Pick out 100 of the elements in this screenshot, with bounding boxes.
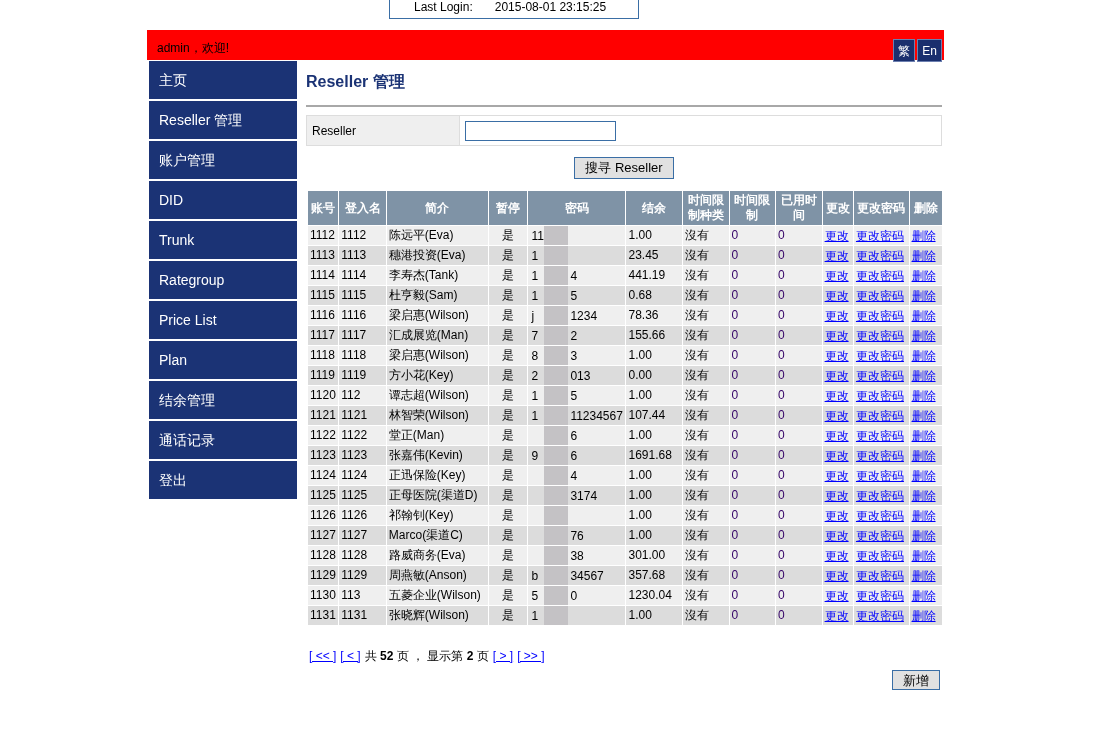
delete-link[interactable]: 删除 (911, 408, 936, 423)
sidebar-item[interactable]: DID (149, 181, 297, 219)
edit-link[interactable]: 更改 (824, 588, 849, 603)
edit-link[interactable]: 更改 (824, 528, 849, 543)
paused-cell-text: 是 (501, 247, 516, 264)
sidebar-item[interactable]: 结余管理 (149, 381, 297, 419)
limit-type-cell-text: 沒有 (684, 607, 711, 624)
change-password-link[interactable]: 更改密码 (855, 428, 904, 443)
change-password-link[interactable]: 更改密码 (855, 588, 904, 603)
change-password-link[interactable]: 更改密码 (855, 288, 904, 303)
change-password-link[interactable]: 更改密码 (855, 488, 904, 503)
change-password-link[interactable]: 更改密码 (855, 248, 904, 263)
change-password-link[interactable]: 更改密码 (855, 408, 904, 423)
redaction-block (544, 366, 569, 385)
account-cell-text: 1123 (309, 447, 337, 464)
paused-cell-text: 是 (501, 227, 516, 244)
delete-link[interactable]: 删除 (911, 428, 936, 443)
first-page-link[interactable]: [ << ] (309, 647, 337, 665)
limit-type-cell-text: 沒有 (684, 507, 711, 524)
next-page-link[interactable]: [ > ] (492, 647, 514, 665)
sidebar-item[interactable]: 主页 (149, 61, 297, 99)
edit-link[interactable]: 更改 (824, 308, 849, 323)
delete-link[interactable]: 删除 (911, 328, 936, 343)
reseller-input[interactable] (465, 120, 616, 141)
change-password-link[interactable]: 更改密码 (855, 328, 904, 343)
edit-link[interactable]: 更改 (824, 328, 849, 343)
login-cell-text: 1113 (340, 247, 368, 264)
edit-link[interactable]: 更改 (824, 228, 849, 243)
last-page-link[interactable]: [ >> ] (517, 647, 545, 665)
delete-link[interactable]: 删除 (911, 228, 936, 243)
previous-page-link[interactable]: [ < ] (340, 647, 361, 665)
limit-cell-text: 0 (730, 487, 740, 504)
change-password-link[interactable]: 更改密码 (855, 228, 904, 243)
limit-cell-text: 0 (730, 547, 740, 564)
edit-link[interactable]: 更改 (824, 288, 849, 303)
edit-link[interactable]: 更改 (824, 408, 849, 423)
delete-link[interactable]: 删除 (911, 448, 936, 463)
language-button[interactable]: En (917, 39, 942, 62)
edit-link[interactable]: 更改 (824, 268, 849, 283)
change-password-link[interactable]: 更改密码 (855, 548, 904, 563)
delete-link[interactable]: 删除 (911, 608, 936, 623)
delete-link[interactable]: 删除 (911, 308, 936, 323)
language-button[interactable]: 繁 (893, 39, 916, 62)
change-password-link[interactable]: 更改密码 (855, 348, 904, 363)
sidebar-item[interactable]: 账户管理 (149, 141, 297, 179)
delete-link[interactable]: 删除 (911, 468, 936, 483)
sidebar-item[interactable]: 通话记录 (149, 421, 297, 459)
redaction-block (544, 326, 569, 345)
change-password-link[interactable]: 更改密码 (855, 308, 904, 323)
search-button[interactable]: 搜寻 Reseller (574, 157, 674, 179)
delete-link[interactable]: 删除 (911, 548, 936, 563)
login-cell-text: 1128 (340, 547, 369, 564)
change-password-link[interactable]: 更改密码 (855, 508, 904, 523)
sidebar-item[interactable]: 登出 (149, 461, 297, 499)
change-password-link[interactable]: 更改密码 (855, 368, 904, 383)
change-password-link[interactable]: 更改密码 (855, 568, 904, 583)
delete-link[interactable]: 删除 (911, 568, 936, 583)
delete-link[interactable]: 删除 (911, 488, 936, 503)
edit-link[interactable]: 更改 (824, 548, 849, 563)
login-cell-text: 1124 (340, 467, 369, 484)
change-password-link[interactable]: 更改密码 (855, 268, 904, 283)
paused-cell-text: 是 (501, 547, 516, 564)
delete-link[interactable]: 删除 (911, 248, 936, 263)
delete-link[interactable]: 删除 (911, 288, 936, 303)
edit-link[interactable]: 更改 (824, 388, 849, 403)
delete-link[interactable]: 删除 (911, 588, 936, 603)
redaction-block (544, 506, 569, 525)
delete-link[interactable]: 删除 (911, 268, 936, 283)
login-cell-text: 1118 (340, 347, 368, 364)
delete-link[interactable]: 删除 (911, 388, 936, 403)
edit-link[interactable]: 更改 (824, 488, 849, 503)
account-cell-text: 1131 (309, 607, 337, 624)
sidebar-item[interactable]: Rategroup (149, 261, 297, 299)
delete-link[interactable]: 删除 (911, 528, 936, 543)
delete-link[interactable]: 删除 (911, 508, 936, 523)
add-button[interactable]: 新增 (892, 670, 940, 690)
limit-cell-text: 0 (730, 287, 740, 304)
sidebar-item[interactable]: Price List (149, 301, 297, 339)
edit-link[interactable]: 更改 (824, 248, 849, 263)
delete-link[interactable]: 删除 (911, 368, 936, 383)
edit-link[interactable]: 更改 (824, 348, 849, 363)
change-password-link[interactable]: 更改密码 (855, 468, 904, 483)
sidebar-item[interactable]: Plan (149, 341, 297, 379)
limit-type-cell-text: 沒有 (684, 567, 711, 584)
used-time-cell-text: 0 (777, 607, 786, 624)
edit-link[interactable]: 更改 (824, 508, 849, 523)
change-password-link[interactable]: 更改密码 (855, 388, 904, 403)
edit-link[interactable]: 更改 (824, 448, 849, 463)
sidebar-item[interactable]: Trunk (149, 221, 297, 259)
edit-link[interactable]: 更改 (824, 568, 849, 583)
limit-type-cell-text: 沒有 (684, 327, 711, 344)
change-password-link[interactable]: 更改密码 (855, 528, 904, 543)
edit-link[interactable]: 更改 (824, 468, 849, 483)
edit-link[interactable]: 更改 (824, 428, 849, 443)
edit-link[interactable]: 更改 (824, 368, 849, 383)
delete-link[interactable]: 删除 (911, 348, 936, 363)
sidebar-item[interactable]: Reseller 管理 (149, 101, 297, 139)
change-password-link[interactable]: 更改密码 (855, 448, 904, 463)
edit-link[interactable]: 更改 (824, 608, 849, 623)
change-password-link[interactable]: 更改密码 (855, 608, 904, 623)
